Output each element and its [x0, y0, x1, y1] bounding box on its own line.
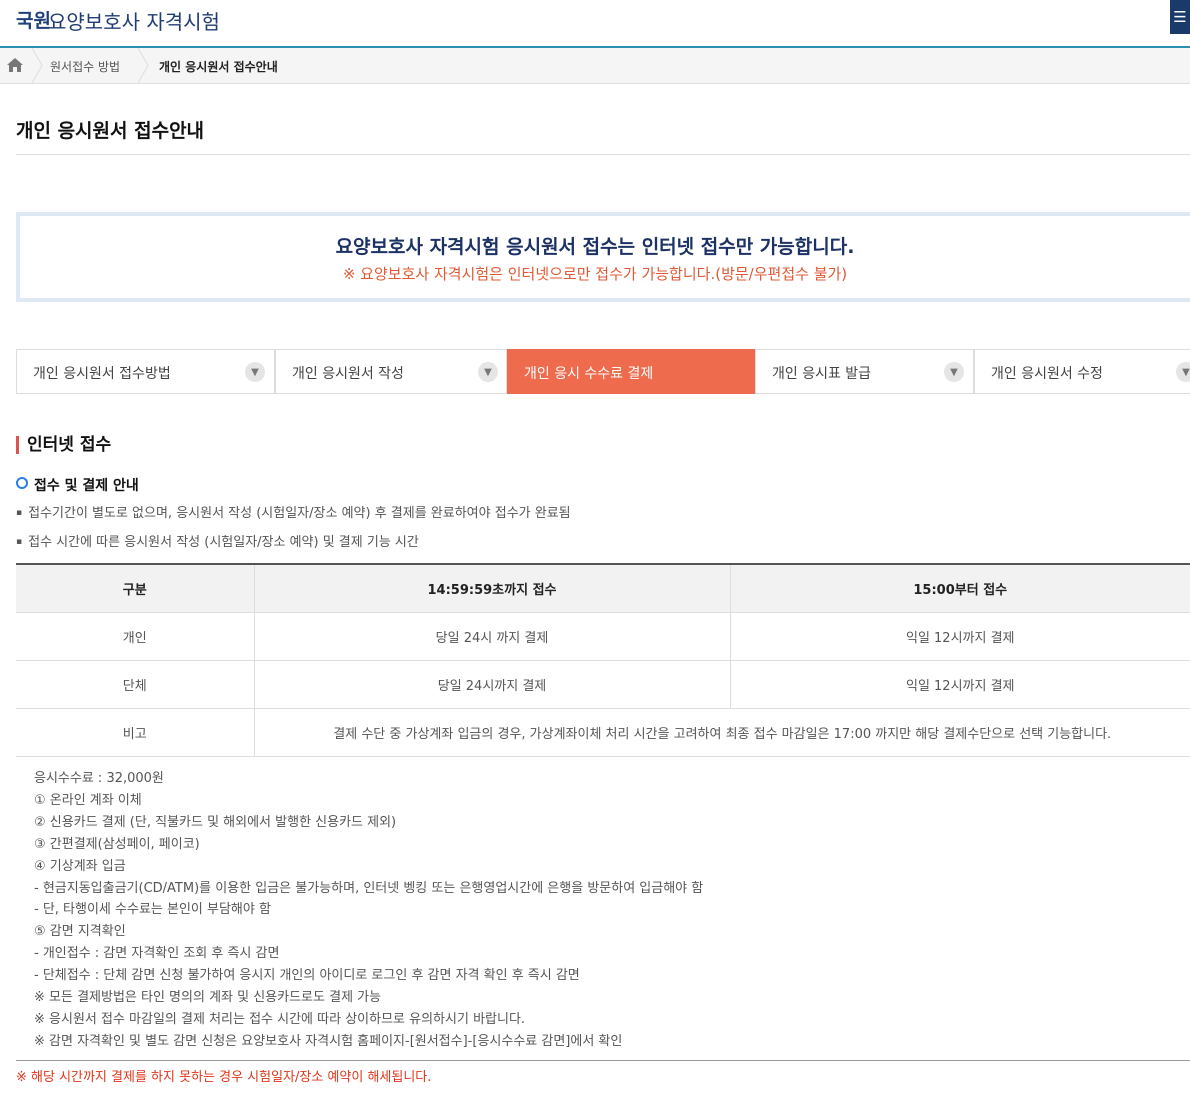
tab-ticket-issue[interactable]: 개인 응시표 발급 ▼	[755, 349, 974, 394]
chevron-down-icon: ▼	[245, 362, 265, 382]
fee-note-line: - 개인접수 : 감면 자격확인 조회 후 즉시 감면	[34, 946, 280, 962]
notice-main-text: 요양보호사 자격시험 응시원서 접수는 인터넷 접수만 가능합니다.	[335, 236, 855, 258]
fee-note-line: ② 신용카드 결제 (단, 직불카드 및 해외에서 발행한 신용카드 제외)	[34, 814, 397, 830]
chevron-down-icon: ▼	[1176, 362, 1190, 382]
table-header-row: 구분 14:59:59초까지 접수 15:00부터 접수	[16, 563, 1190, 613]
table-cell: 당일 24시까지 결제	[253, 660, 730, 709]
subsection-title-text: 접수 및 결제 안내	[34, 478, 139, 494]
table-cell: 익일 12시까지 결제	[729, 612, 1190, 661]
tab-label: 개인 응시원서 수정	[991, 366, 1103, 382]
tab-fee-payment[interactable]: 개인 응시 수수료 결제	[507, 349, 755, 394]
page-title: 개인 응시원서 접수안내	[16, 120, 205, 142]
table-row-note: 비고 결제 수단 중 가상계좌 입금의 경우, 가상계좌이체 처리 시간을 고려…	[16, 708, 1190, 757]
table-cell: 개인	[16, 612, 254, 661]
title-divider	[16, 154, 1190, 155]
info-bullet: 접수기간이 별도로 없으며, 응시원서 작성 (시험일자/장소 예약) 후 결제…	[16, 502, 571, 521]
table-cell: 익일 12시까지 결제	[729, 660, 1190, 709]
table-row: 개인 당일 24시 까지 결제 익일 12시까지 결제	[16, 612, 1190, 661]
table-cell: 단체	[16, 660, 254, 709]
table-row: 단체 당일 24시까지 결제 익일 12시까지 결제	[16, 660, 1190, 709]
info-bullet: 접수 시간에 따른 응시원서 작성 (시험일자/장소 예약) 및 결제 기능 시…	[16, 531, 419, 550]
breadcrumb-separator-icon	[137, 48, 149, 83]
fee-note-line: - 현금지동입출금기(CD/ATM)를 이용한 입금은 불가능하며, 인터넷 벵…	[34, 880, 704, 896]
payment-time-table: 구분 14:59:59초까지 접수 15:00부터 접수 개인 당일 24시 까…	[16, 563, 1190, 757]
fee-note-line: - 단, 타행이세 수수료는 본인이 부담해야 함	[34, 902, 271, 918]
site-header: 국원 요양보호사 자격시험 ☰	[0, 0, 1190, 48]
fee-note-line: - 단체접수 : 단체 감면 신청 불가하여 응시지 개인의 아이디로 로그인 …	[34, 968, 580, 984]
breadcrumb-item-current[interactable]: 개인 응시원서 접수안내	[159, 58, 278, 75]
table-header-cell: 구분	[16, 563, 254, 613]
circle-bullet-icon	[16, 477, 28, 489]
tab-application-edit[interactable]: 개인 응시원서 수정 ▼	[974, 349, 1190, 394]
fee-note-line: ③ 간편결제(삼성페이, 페이코)	[34, 836, 200, 852]
tab-label: 개인 응시원서 작성	[292, 366, 404, 382]
table-note-cell: 결제 수단 중 가상계좌 입금의 경우, 가상계좌이체 처리 시간을 고려하여 …	[253, 708, 1190, 757]
tab-label: 개인 응시 수수료 결제	[524, 366, 654, 382]
breadcrumb-separator-icon	[31, 48, 43, 83]
tab-application-form[interactable]: 개인 응시원서 작성 ▼	[275, 349, 507, 394]
fee-note-line: 응시수수료 : 32,000원	[34, 771, 164, 786]
table-header-cell: 15:00부터 접수	[729, 563, 1190, 613]
fee-note-line: ※ 모든 결제방법은 타인 명의의 계좌 및 신용카드로도 결제 가능	[34, 990, 382, 1006]
home-icon[interactable]	[6, 57, 24, 73]
table-header-cell: 14:59:59초까지 접수	[253, 563, 730, 613]
breadcrumb-item[interactable]: 원서접수 방법	[50, 58, 120, 75]
notice-sub-text: ※ 요양보호사 자격시험은 인터넷으로만 접수가 가능합니다.(방문/우편접수 …	[342, 265, 848, 283]
payment-warning: ※ 해당 시간까지 결제를 하지 못하는 경우 시험일자/장소 예약이 해세됩니…	[16, 1070, 432, 1085]
table-cell: 당일 24시 까지 결제	[253, 612, 730, 661]
tab-application-method[interactable]: 개인 응시원서 접수방법 ▼	[16, 349, 275, 394]
chevron-down-icon: ▼	[478, 362, 498, 382]
tab-label: 개인 응시표 발급	[772, 366, 872, 382]
site-title[interactable]: 요양보호사 자격시험	[48, 6, 220, 35]
tab-label: 개인 응시원서 접수방법	[33, 366, 171, 382]
hamburger-icon[interactable]: ☰	[1170, 0, 1190, 34]
fee-note-line: ※ 감면 자격확인 및 별도 감면 신청은 요양보호사 자격시험 홈페이지-[원…	[34, 1033, 623, 1049]
table-cell: 비고	[16, 708, 254, 757]
fee-note-line: ⑤ 감면 지격확인	[34, 924, 126, 940]
fee-note-line: ① 온라인 계좌 이체	[34, 792, 142, 808]
fee-note-line: ④ 기상계좌 입금	[34, 858, 126, 874]
site-logo[interactable]: 국원	[16, 6, 51, 33]
section-title: 인터넷 접수	[16, 436, 111, 454]
fee-divider	[16, 1060, 1190, 1061]
fee-notes: 응시수수료 : 32,000원 ① 온라인 계좌 이체 ② 신용카드 결제 (단…	[34, 768, 703, 1053]
subsection-title: 접수 및 결제 안내	[16, 475, 139, 495]
fee-note-line: ※ 응시원서 접수 마감일의 결제 처리는 접수 시간에 따라 상이하므로 유의…	[34, 1011, 526, 1027]
tab-bar: 개인 응시원서 접수방법 ▼ 개인 응시원서 작성 ▼ 개인 응시 수수료 결제…	[16, 349, 1190, 394]
breadcrumb: 원서접수 방법 개인 응시원서 접수안내	[0, 48, 1190, 84]
chevron-down-icon: ▼	[944, 362, 964, 382]
